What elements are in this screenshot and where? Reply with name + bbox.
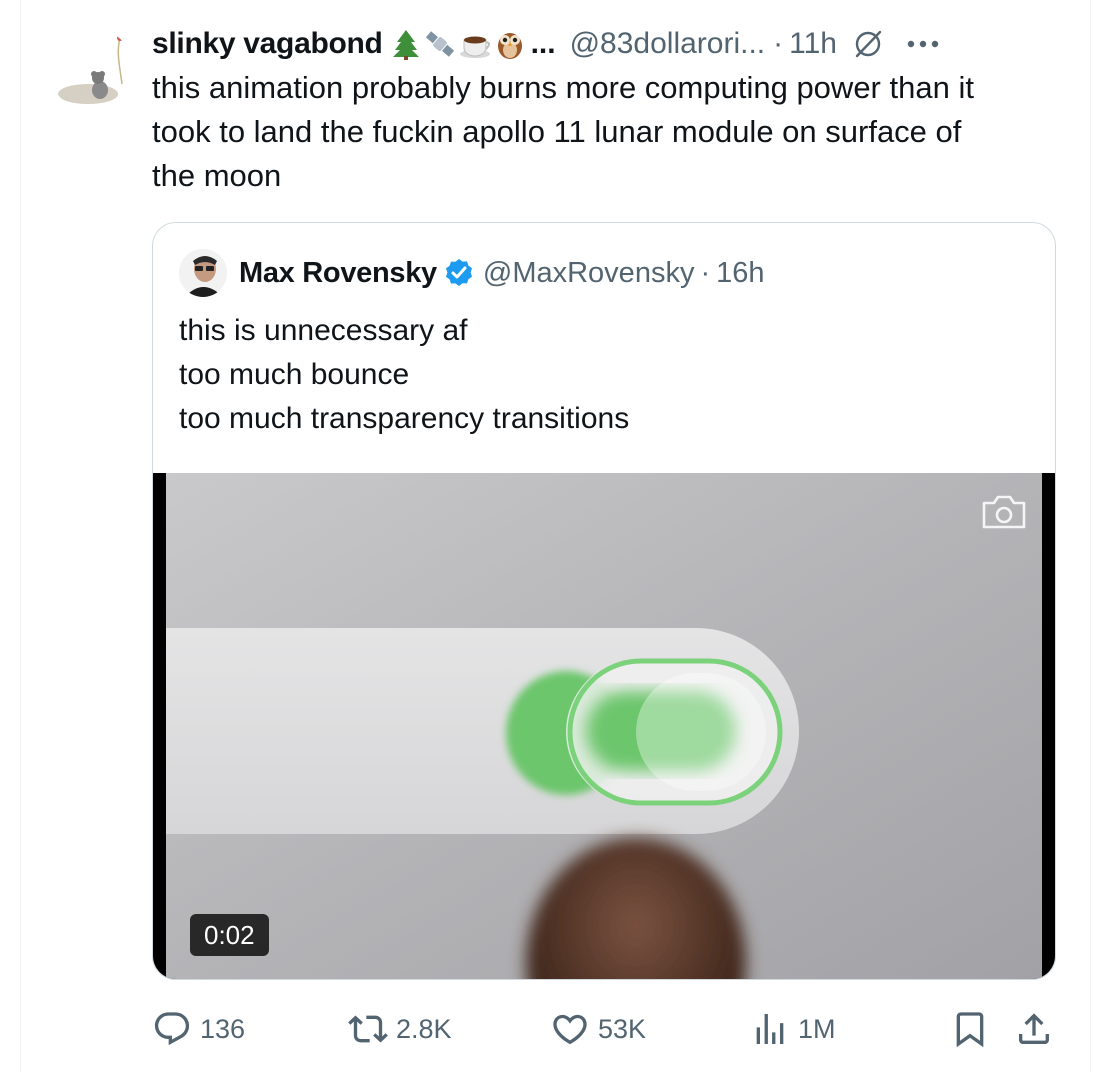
quoted-tweet[interactable]: Max Rovensky @MaxRovensky · 16h this is …: [152, 222, 1056, 980]
video-timestamp: 0:02: [190, 914, 269, 956]
grok-icon[interactable]: [851, 27, 885, 61]
reply-button[interactable]: 136: [152, 1004, 245, 1054]
repost-icon: [348, 1015, 388, 1043]
video-player[interactable]: 0:02: [153, 473, 1055, 979]
share-button[interactable]: [1014, 1004, 1062, 1054]
satellite-emoji-icon: [425, 31, 454, 57]
action-bar: 136 2.8K 53K 1M: [152, 1004, 1052, 1054]
views-icon: [756, 1014, 784, 1044]
quoted-text: this is unnecessary af too much bounce t…: [179, 314, 630, 435]
timeline-right-rule: [1090, 0, 1091, 1072]
bookmark-button[interactable]: [950, 1004, 998, 1054]
coffee-emoji-icon: [459, 36, 490, 58]
share-icon: [1019, 1013, 1049, 1044]
quoted-separator-dot: ·: [700, 256, 711, 289]
views-button[interactable]: 1M: [750, 1004, 836, 1054]
view-count: 1M: [798, 1013, 836, 1044]
verified-badge-icon: [443, 257, 475, 289]
tweet-time[interactable]: 11h: [789, 27, 837, 61]
quoted-time[interactable]: 16h: [716, 257, 764, 290]
timeline-left-rule: [20, 0, 21, 1072]
quoted-header: Max Rovensky @MaxRovensky · 16h: [179, 245, 765, 301]
repost-count: 2.8K: [396, 1013, 452, 1044]
reply-icon: [154, 1012, 190, 1046]
quoted-avatar[interactable]: [179, 249, 227, 297]
tweet-text: this animation probably burns more compu…: [152, 70, 974, 193]
name-truncation: ...: [530, 27, 556, 60]
heart-icon: [553, 1014, 587, 1045]
reply-count: 136: [200, 1013, 246, 1044]
camera-icon[interactable]: [980, 493, 1028, 536]
bookmark-icon: [956, 1012, 984, 1048]
like-count: 53K: [598, 1013, 647, 1044]
quoted-handle[interactable]: @MaxRovensky: [483, 257, 695, 290]
author-handle[interactable]: @83dollarori...: [570, 27, 766, 61]
tree-emoji-icon: [392, 30, 419, 60]
tweet-header: slinky vagabond ... @83dollarori... · 11…: [152, 22, 939, 66]
quoted-author-name[interactable]: Max Rovensky: [239, 257, 437, 290]
author-avatar[interactable]: [50, 28, 134, 112]
video-frame: 0:02: [166, 473, 1042, 979]
name-emojis: [391, 28, 525, 60]
more-options-icon[interactable]: [907, 39, 939, 49]
author-name[interactable]: slinky vagabond: [152, 27, 383, 61]
like-button[interactable]: 53K: [550, 1004, 646, 1054]
repost-button[interactable]: 2.8K: [348, 1004, 452, 1054]
owl-emoji-icon: [497, 33, 522, 59]
separator-dot: ·: [773, 27, 784, 60]
